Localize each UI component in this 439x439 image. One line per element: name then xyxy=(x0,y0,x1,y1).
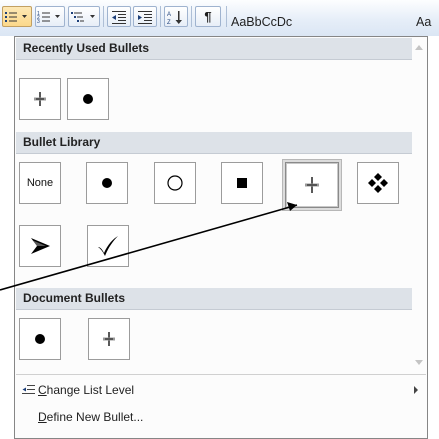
library-bullet-hollow-circle[interactable] xyxy=(154,162,196,204)
library-bullet-arrowhead[interactable] xyxy=(19,225,61,267)
svg-text:Z: Z xyxy=(167,20,171,25)
pushpin-bullet-icon xyxy=(305,177,319,193)
define-new-bullet-item[interactable]: Define New Bullet... xyxy=(16,403,426,431)
sort-button[interactable]: A Z xyxy=(164,6,188,27)
document-bullets-header: Document Bullets xyxy=(16,288,413,310)
decrease-indent-icon xyxy=(112,10,126,24)
menu-scrollbar[interactable] xyxy=(412,38,426,368)
menu-separator xyxy=(16,374,426,375)
numbered-list-icon: 1 2 3 xyxy=(37,11,60,25)
document-bullet-filled-circle[interactable] xyxy=(19,318,61,360)
scroll-up-arrow-icon[interactable] xyxy=(415,45,423,50)
four-diamond-bullet-icon xyxy=(368,173,388,193)
numbering-button[interactable]: 1 2 3 xyxy=(35,6,65,27)
scroll-down-arrow-icon[interactable] xyxy=(415,360,423,365)
filled-circle-bullet-icon xyxy=(83,94,93,104)
change-list-level-icon xyxy=(22,385,35,394)
style-preview-normal[interactable]: AaBbCcDc xyxy=(231,15,292,29)
pushpin-bullet-icon xyxy=(103,332,115,346)
filled-circle-bullet-icon xyxy=(102,178,112,188)
define-new-bullet-label: Define New Bullet... xyxy=(38,410,144,424)
toolbar-separator xyxy=(191,6,192,27)
multilevel-list-icon xyxy=(71,11,95,22)
library-bullet-checkmark[interactable] xyxy=(87,225,129,267)
svg-text:A: A xyxy=(167,12,171,18)
arrowhead-bullet-icon xyxy=(31,238,50,254)
none-label: None xyxy=(26,177,54,189)
checkmark-bullet-icon xyxy=(98,236,118,256)
library-bullet-filled-circle[interactable] xyxy=(86,162,128,204)
toolbar-separator xyxy=(160,6,161,27)
document-bullet-pushpin[interactable] xyxy=(88,318,130,360)
pilcrow-icon: ¶ xyxy=(204,9,212,24)
hollow-circle-bullet-icon xyxy=(167,175,183,191)
svg-text:3: 3 xyxy=(37,19,40,25)
increase-indent-icon xyxy=(138,10,152,24)
change-list-level-item[interactable]: Change List Level xyxy=(16,376,426,404)
sort-az-icon: A Z xyxy=(167,10,182,25)
style-preview-next[interactable]: Aa xyxy=(416,15,431,29)
filled-square-bullet-icon xyxy=(237,178,247,188)
library-bullet-four-diamond[interactable] xyxy=(357,162,399,204)
increase-indent-button[interactable] xyxy=(133,6,157,27)
library-bullet-none[interactable]: None xyxy=(19,162,61,204)
bullets-button[interactable] xyxy=(2,6,32,27)
filled-circle-bullet-icon xyxy=(35,334,45,344)
recent-bullet-pushpin[interactable] xyxy=(19,78,61,120)
toolbar-separator xyxy=(103,6,104,27)
submenu-arrow-icon xyxy=(414,386,418,394)
library-bullet-pushpin-selected[interactable] xyxy=(285,162,339,208)
library-bullet-filled-square[interactable] xyxy=(221,162,263,204)
multilevel-list-button[interactable] xyxy=(68,6,100,27)
bullet-list-icon xyxy=(5,11,27,22)
bullets-dropdown-menu: Recently Used Bullets Bullet Library Non… xyxy=(14,36,428,439)
show-formatting-button[interactable]: ¶ xyxy=(195,6,221,27)
change-list-level-label: Change List Level xyxy=(38,383,135,397)
pushpin-bullet-icon xyxy=(34,92,46,106)
recent-bullet-filled-circle[interactable] xyxy=(67,78,109,120)
recently-used-bullets-header: Recently Used Bullets xyxy=(16,38,413,60)
ribbon-paragraph-toolbar: 1 2 3 A Z ¶ AaBbCcDc Aa xyxy=(0,0,439,36)
bullet-library-header: Bullet Library xyxy=(16,132,413,154)
decrease-indent-button[interactable] xyxy=(107,6,131,27)
toolbar-separator xyxy=(226,6,227,27)
